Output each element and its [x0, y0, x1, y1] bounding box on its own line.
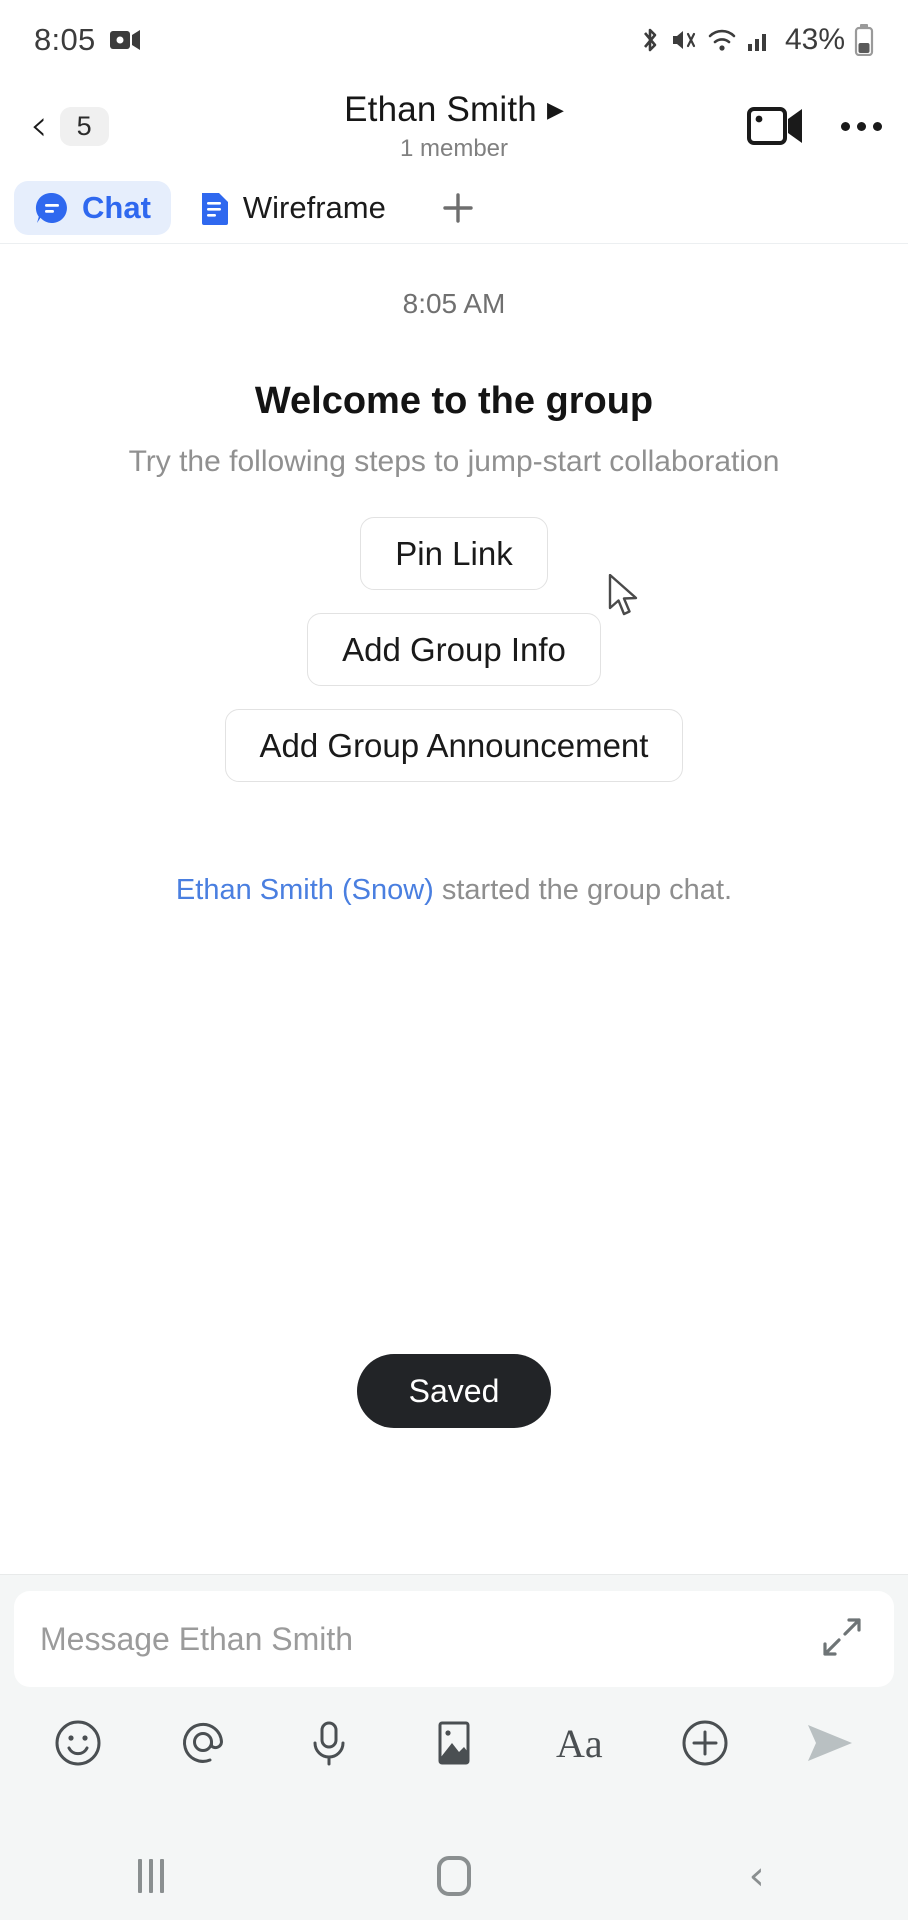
page-title[interactable]: Ethan Smith — [344, 90, 537, 130]
message-input[interactable]: Message Ethan Smith — [14, 1591, 894, 1687]
emoji-icon[interactable] — [42, 1707, 114, 1779]
android-nav-bar: ‹ — [0, 1832, 908, 1920]
onboarding-steps: Pin Link Add Group Info Add Group Announ… — [0, 517, 908, 782]
mention-icon[interactable] — [167, 1707, 239, 1779]
add-group-info-button[interactable]: Add Group Info — [307, 613, 601, 686]
message-list: 8:05 AM Welcome to the group Try the fol… — [0, 244, 908, 1574]
tab-label-chat: Chat — [82, 189, 151, 225]
conversation-title-row[interactable]: Ethan Smith ▶ — [344, 90, 564, 130]
welcome-card: Welcome to the group Try the following s… — [0, 380, 908, 479]
message-input-placeholder[interactable]: Message Ethan Smith — [40, 1621, 818, 1658]
send-icon[interactable] — [794, 1707, 866, 1779]
toast-container: Saved — [0, 1354, 908, 1428]
status-bar: 8:05 43% — [0, 0, 908, 80]
tab-chat[interactable]: Chat — [14, 180, 171, 235]
nav-back-button[interactable]: ‹ — [605, 1856, 908, 1896]
back-button[interactable]: ‹ 5 — [30, 104, 109, 148]
back-chevron-icon[interactable]: ‹ — [749, 1856, 765, 1896]
member-count: 1 member — [399, 134, 509, 162]
pin-link-button[interactable]: Pin Link — [360, 517, 548, 590]
image-icon[interactable] — [418, 1707, 490, 1779]
caret-right-icon[interactable]: ▶ — [547, 98, 564, 121]
system-message: Ethan Smith (Snow) started the group cha… — [0, 874, 908, 907]
system-message-actor[interactable]: Ethan Smith (Snow) — [176, 874, 434, 906]
expand-composer-icon[interactable] — [818, 1613, 866, 1666]
cellular-signal-icon — [746, 27, 772, 53]
chat-header: ‹ 5 Ethan Smith ▶ 1 member — [0, 80, 908, 172]
nav-home-button[interactable] — [303, 1856, 606, 1896]
battery-percent: 43% — [784, 23, 845, 56]
chevron-left-icon[interactable]: ‹ — [30, 104, 48, 148]
header-actions — [747, 104, 882, 148]
welcome-heading: Welcome to the group — [254, 380, 654, 422]
status-bar-right: 43% — [639, 23, 874, 57]
nav-recents-button[interactable] — [0, 1859, 303, 1893]
welcome-subheading: Try the following steps to jump-start co… — [128, 445, 780, 478]
composer-toolbar: Aa — [14, 1687, 894, 1799]
status-toast: Saved — [356, 1354, 552, 1428]
phone-screen: 8:05 43% ‹ 5 Ethan Smith ▶ 1 member Chat… — [0, 0, 908, 1920]
wifi-icon — [707, 27, 737, 53]
add-attachment-icon[interactable] — [669, 1707, 741, 1779]
add-tab-button[interactable] — [414, 182, 502, 234]
status-time: 8:05 — [34, 22, 96, 57]
add-group-announcement-button[interactable]: Add Group Announcement — [224, 709, 684, 782]
screen-record-icon — [109, 29, 140, 51]
mouse-cursor-icon — [608, 574, 638, 616]
timestamp-divider: 8:05 AM — [402, 288, 506, 319]
system-message-text: started the group chat. — [433, 874, 733, 906]
tab-bar: Chat Wireframe — [0, 172, 908, 244]
unread-badge[interactable]: 5 — [59, 106, 109, 146]
home-icon[interactable] — [437, 1856, 471, 1896]
message-composer: Message Ethan Smith Aa — [0, 1574, 908, 1832]
more-options-icon[interactable] — [841, 121, 882, 131]
video-call-icon[interactable] — [747, 104, 805, 148]
microphone-icon[interactable] — [293, 1707, 365, 1779]
document-icon — [199, 190, 231, 226]
status-bar-left: 8:05 — [34, 22, 140, 58]
battery-icon — [854, 24, 874, 56]
chat-bubble-icon — [34, 190, 70, 226]
tab-label-wireframe: Wireframe — [242, 189, 386, 225]
plus-icon — [443, 192, 473, 223]
mute-icon — [670, 26, 698, 54]
bluetooth-icon — [639, 25, 661, 55]
tab-wireframe[interactable]: Wireframe — [179, 181, 406, 235]
recents-icon[interactable] — [138, 1859, 165, 1893]
text-format-icon[interactable]: Aa — [543, 1707, 615, 1779]
